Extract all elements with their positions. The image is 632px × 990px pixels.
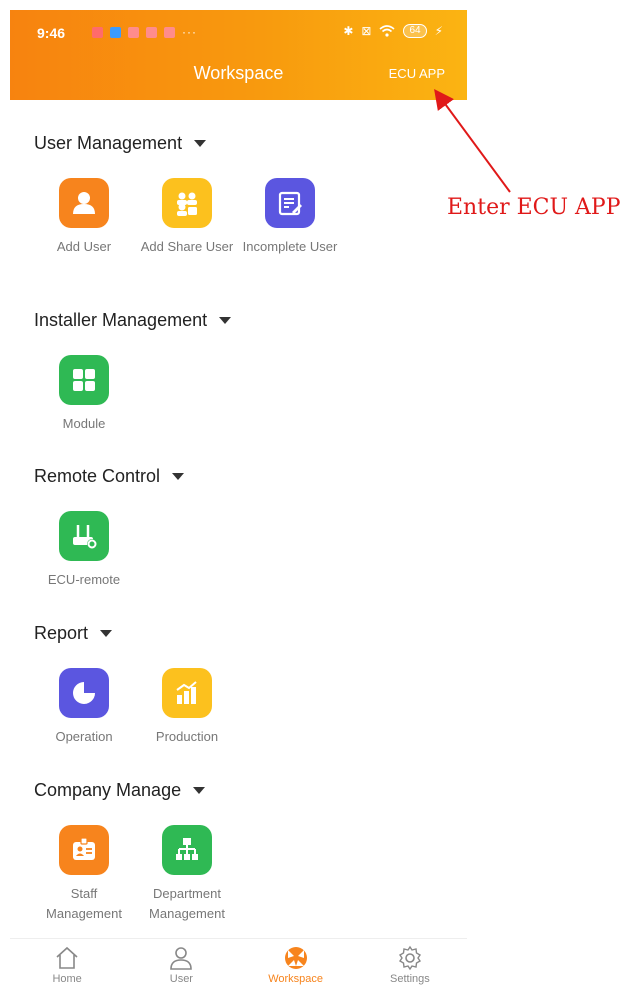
nav-home[interactable]: Home bbox=[10, 939, 124, 990]
section-title-label: Installer Management bbox=[34, 310, 208, 330]
section-title-label: Report bbox=[34, 623, 89, 643]
header-bar: 9:46 ··· ✱ ⊠ 64 ⚡ Workspace ECU APP bbox=[10, 10, 467, 100]
nav-label: User bbox=[169, 973, 193, 985]
department-management-item[interactable]: Department Management bbox=[137, 825, 237, 924]
add-user-item[interactable]: Add User bbox=[34, 178, 134, 257]
app-notification-icon bbox=[164, 26, 175, 38]
annotation-label: Enter ECU APP bbox=[447, 195, 621, 220]
section-title-user-management[interactable]: User Management bbox=[34, 133, 207, 154]
nav-workspace[interactable]: Workspace bbox=[239, 939, 353, 990]
caret-down-icon bbox=[219, 317, 232, 324]
app-screen: 9:46 ··· ✱ ⊠ 64 ⚡ Workspace ECU APP User… bbox=[10, 0, 467, 990]
bottom-navigation: Home User Workspace Settings bbox=[10, 938, 467, 990]
section-title-remote-control[interactable]: Remote Control bbox=[34, 466, 185, 487]
caret-down-icon bbox=[193, 787, 206, 794]
module-item[interactable]: Module bbox=[34, 355, 134, 434]
share-users-icon bbox=[162, 178, 212, 228]
grid-icon bbox=[59, 355, 109, 405]
sim-icon: ⊠ bbox=[361, 24, 372, 38]
person-icon bbox=[59, 178, 109, 228]
production-item[interactable]: Production bbox=[137, 668, 237, 747]
org-chart-icon bbox=[162, 825, 212, 875]
staff-management-item[interactable]: Staff Management bbox=[34, 825, 134, 924]
app-notification-icon bbox=[92, 26, 103, 38]
section-title-report[interactable]: Report bbox=[34, 623, 113, 644]
more-notifications: ··· bbox=[182, 25, 197, 39]
id-card-icon bbox=[59, 825, 109, 875]
add-share-user-item[interactable]: Add Share User bbox=[137, 178, 237, 257]
app-notification-icon bbox=[146, 26, 157, 38]
item-label: Operation bbox=[55, 729, 113, 744]
section-title-company-manage[interactable]: Company Manage bbox=[34, 780, 206, 801]
app-notification-icon bbox=[128, 26, 139, 38]
nav-user[interactable]: User bbox=[124, 939, 238, 990]
nav-label: Workspace bbox=[268, 973, 324, 985]
user-icon bbox=[170, 947, 193, 970]
item-label: Add User bbox=[56, 239, 112, 254]
nav-label: Settings bbox=[390, 973, 430, 985]
ecu-remote-item[interactable]: ECU-remote bbox=[34, 511, 134, 590]
wifi-icon bbox=[379, 25, 395, 37]
bar-chart-icon bbox=[162, 668, 212, 718]
workspace-icon bbox=[284, 947, 307, 969]
incomplete-user-item[interactable]: Incomplete User bbox=[240, 178, 340, 257]
caret-down-icon bbox=[194, 140, 207, 147]
item-label: Department Management bbox=[149, 886, 225, 921]
battery-indicator: 64 bbox=[403, 24, 427, 38]
operation-item[interactable]: Operation bbox=[34, 668, 134, 747]
status-time: 9:46 bbox=[37, 25, 66, 41]
edit-document-icon bbox=[265, 178, 315, 228]
item-label: Module bbox=[62, 416, 106, 431]
pie-chart-icon bbox=[59, 668, 109, 718]
app-notification-icon bbox=[110, 26, 121, 38]
charging-icon: ⚡ bbox=[434, 24, 443, 38]
router-gear-icon bbox=[59, 511, 109, 561]
caret-down-icon bbox=[100, 630, 113, 637]
caret-down-icon bbox=[172, 473, 185, 480]
system-status-icons: ✱ ⊠ 64 ⚡ bbox=[343, 24, 443, 38]
ecu-app-button[interactable]: ECU APP bbox=[389, 66, 445, 81]
nav-settings[interactable]: Settings bbox=[353, 939, 467, 990]
item-label: Production bbox=[155, 729, 219, 744]
home-icon bbox=[56, 946, 78, 969]
item-label: Add Share User bbox=[140, 239, 234, 254]
section-title-label: Company Manage bbox=[34, 780, 182, 800]
item-label: Staff Management bbox=[46, 886, 122, 921]
bluetooth-icon: ✱ bbox=[343, 24, 354, 38]
item-label: ECU-remote bbox=[47, 572, 121, 587]
section-title-installer-management[interactable]: Installer Management bbox=[34, 310, 232, 331]
item-label: Incomplete User bbox=[242, 239, 338, 254]
gear-icon bbox=[398, 945, 421, 971]
notification-icons: ··· bbox=[92, 25, 197, 39]
section-title-label: Remote Control bbox=[34, 466, 161, 486]
section-title-label: User Management bbox=[34, 133, 183, 153]
nav-label: Home bbox=[52, 973, 82, 985]
